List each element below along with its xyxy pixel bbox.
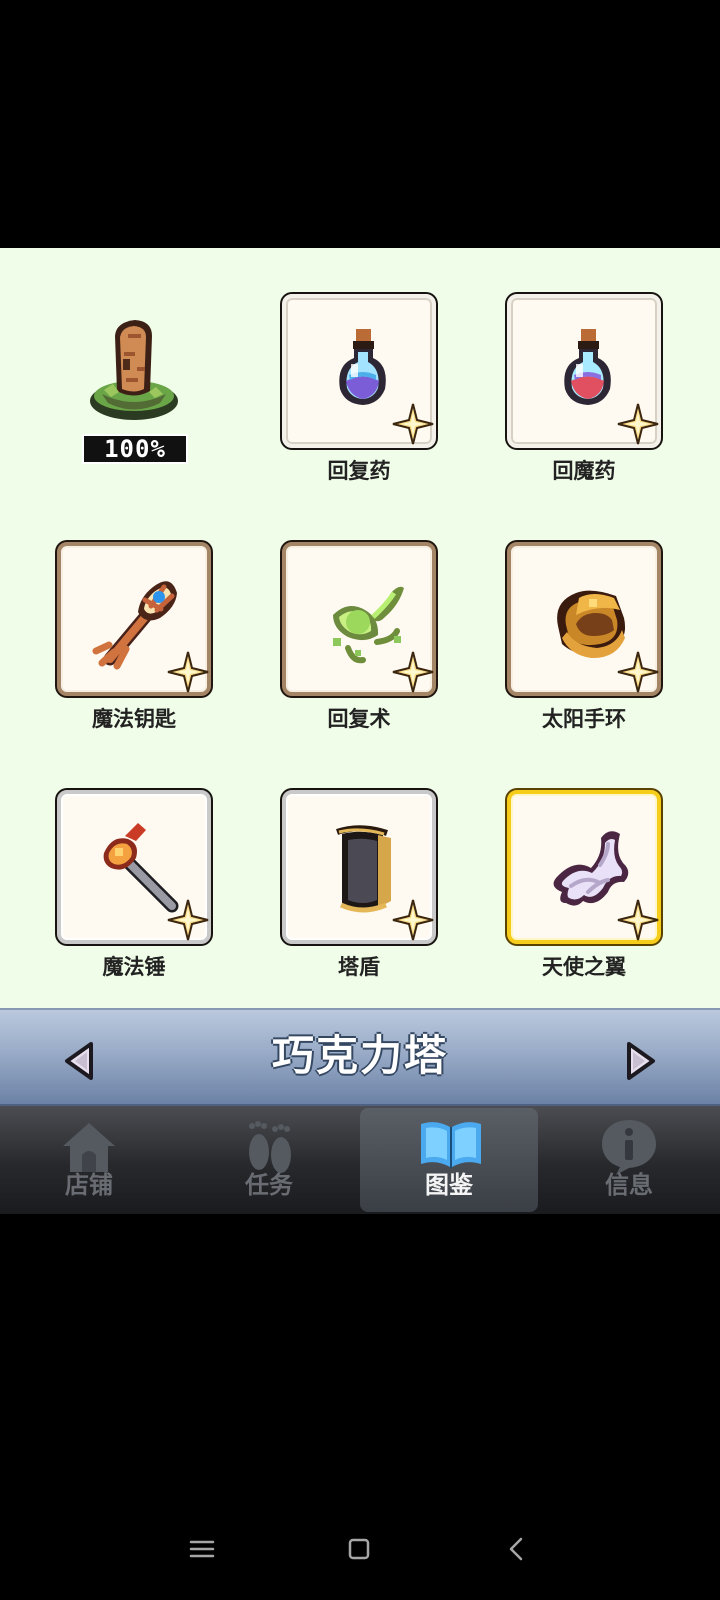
item-card[interactable] — [507, 294, 661, 448]
info-bubble-icon — [602, 1120, 656, 1175]
home-square-icon[interactable] — [344, 1534, 374, 1564]
item-collection-panel: 100% 回复药 回魔药 魔法钥匙 回复术 太阳手环 魔法锤 塔盾 天使之翼 — [0, 248, 720, 1008]
item-name: 魔法锤 — [102, 955, 166, 979]
item-name: 魔法钥匙 — [92, 707, 176, 731]
tab-label: 信息 — [605, 1171, 653, 1199]
sparkle-icon — [392, 651, 434, 693]
collection-item[interactable]: 回魔药 — [507, 294, 667, 499]
tab-label: 店铺 — [65, 1171, 113, 1199]
previous-region-arrow-icon[interactable] — [62, 1041, 98, 1081]
item-card[interactable] — [507, 790, 661, 944]
sparkle-icon — [617, 403, 659, 445]
tower-icon — [90, 320, 178, 420]
sparkle-icon — [167, 899, 209, 941]
item-name: 回魔药 — [552, 459, 616, 483]
tab-info[interactable]: 信息 — [540, 1108, 718, 1212]
collection-item[interactable]: 塔盾 — [282, 790, 442, 995]
item-card[interactable] — [507, 542, 661, 696]
collection-item[interactable]: 回复术 — [282, 542, 442, 747]
system-navigation-bar — [0, 1496, 720, 1600]
region-selector: 巧克力塔 — [0, 1008, 720, 1106]
collection-item[interactable]: 太阳手环 — [507, 542, 667, 747]
item-card[interactable] — [282, 294, 436, 448]
item-card[interactable] — [57, 790, 211, 944]
item-card[interactable] — [57, 542, 211, 696]
house-icon — [63, 1123, 115, 1172]
item-name: 太阳手环 — [542, 707, 626, 731]
next-region-arrow-icon[interactable] — [622, 1041, 658, 1081]
menu-icon[interactable] — [187, 1534, 217, 1564]
collection-item[interactable]: 回复药 — [282, 294, 442, 499]
footprints-icon — [249, 1121, 291, 1173]
tab-label: 任务 — [245, 1171, 293, 1199]
region-title: 巧克力塔 — [271, 1031, 448, 1080]
item-name: 天使之翼 — [542, 955, 626, 979]
item-card[interactable] — [282, 542, 436, 696]
item-name: 回复药 — [327, 459, 391, 483]
collection-item[interactable]: 魔法钥匙 — [57, 542, 217, 747]
game-area: 100% 回复药 回魔药 魔法钥匙 回复术 太阳手环 魔法锤 塔盾 天使之翼 巧… — [0, 248, 720, 1214]
collection-progress: 100% — [58, 312, 210, 472]
bottom-tab-bar: 店铺 任务 图鉴 信息 — [0, 1106, 720, 1214]
sparkle-icon — [392, 899, 434, 941]
tab-shop[interactable]: 店铺 — [0, 1108, 178, 1212]
collection-item[interactable]: 天使之翼 — [507, 790, 667, 995]
sparkle-icon — [167, 651, 209, 693]
tab-encyclopedia[interactable]: 图鉴 — [360, 1108, 538, 1212]
sparkle-icon — [617, 651, 659, 693]
tab-label: 图鉴 — [425, 1171, 473, 1199]
collection-item[interactable]: 魔法锤 — [57, 790, 217, 995]
item-name: 塔盾 — [338, 955, 380, 979]
tab-quests[interactable]: 任务 — [180, 1108, 358, 1212]
open-book-icon — [421, 1122, 481, 1168]
item-card[interactable] — [282, 790, 436, 944]
game-screen: 100% 回复药 回魔药 魔法钥匙 回复术 太阳手环 魔法锤 塔盾 天使之翼 巧… — [0, 0, 720, 1600]
back-icon[interactable] — [502, 1534, 532, 1564]
item-name: 回复术 — [327, 707, 391, 731]
completion-percent: 100% — [82, 434, 188, 464]
sparkle-icon — [617, 899, 659, 941]
sparkle-icon — [392, 403, 434, 445]
